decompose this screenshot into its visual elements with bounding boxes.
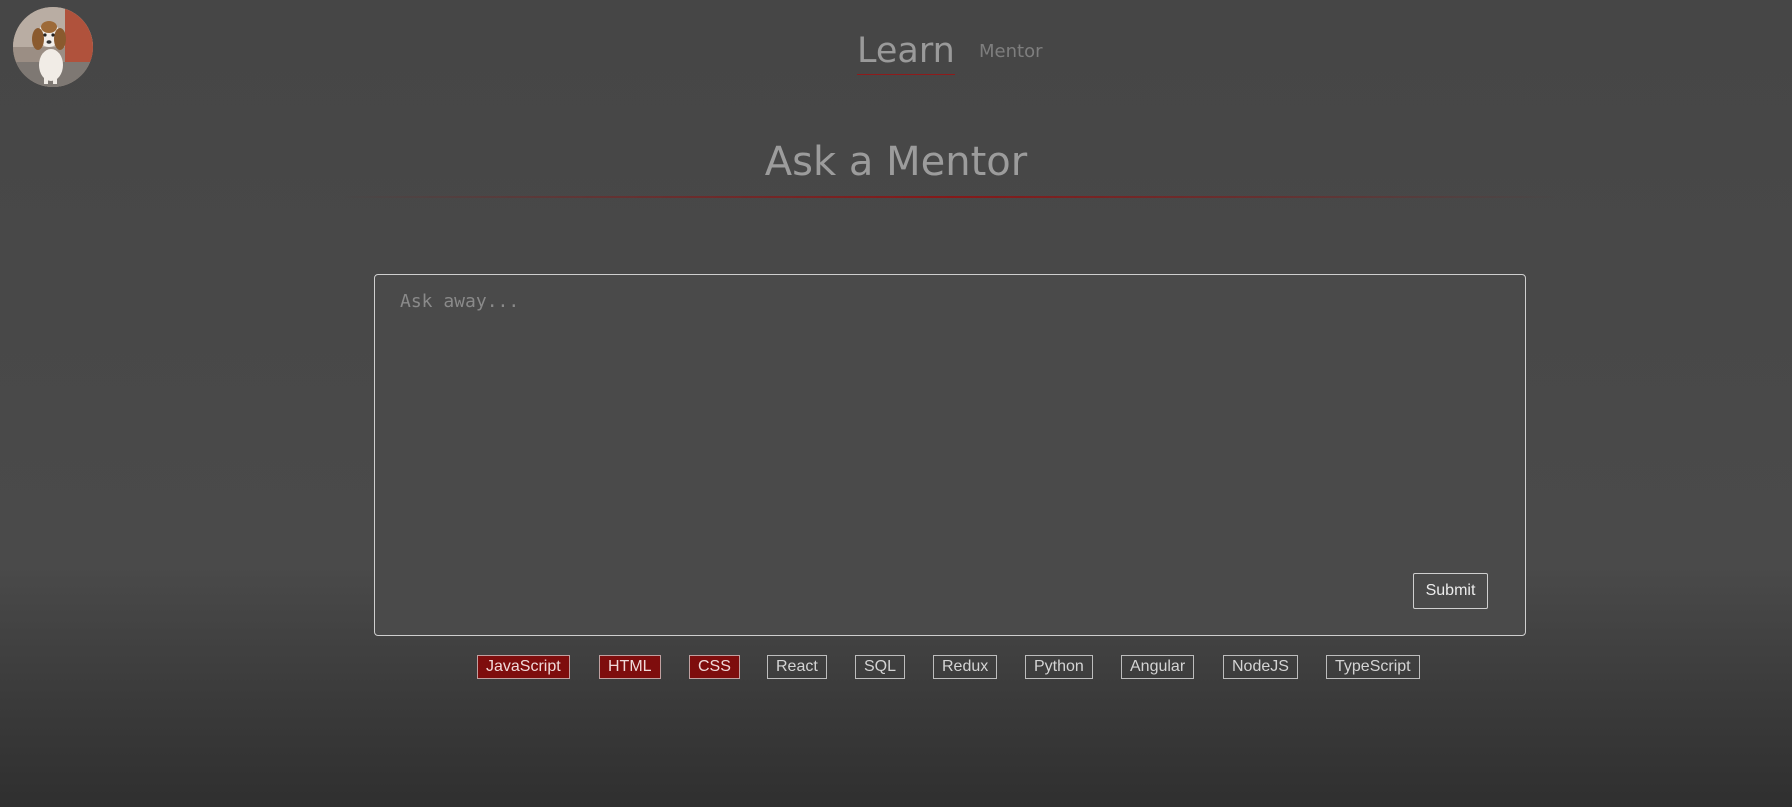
title-divider bbox=[340, 196, 1560, 198]
tag-css[interactable]: CSS bbox=[689, 655, 740, 679]
top-nav: Learn Mentor bbox=[0, 26, 1792, 86]
topic-tags: JavaScript HTML CSS React SQL Redux Pyth… bbox=[0, 655, 1792, 681]
tag-react[interactable]: React bbox=[767, 655, 827, 679]
tag-nodejs[interactable]: NodeJS bbox=[1223, 655, 1298, 679]
tag-redux[interactable]: Redux bbox=[933, 655, 998, 679]
tag-html[interactable]: HTML bbox=[599, 655, 661, 679]
tag-python[interactable]: Python bbox=[1025, 655, 1093, 679]
tag-sql[interactable]: SQL bbox=[855, 655, 906, 679]
nav-tab-mentor[interactable]: Mentor bbox=[979, 41, 1042, 63]
page-title: Ask a Mentor bbox=[764, 139, 1028, 185]
submit-button[interactable]: Submit bbox=[1413, 573, 1488, 609]
nav-tab-learn[interactable]: Learn bbox=[857, 30, 955, 75]
question-form: Submit bbox=[374, 274, 1526, 636]
tag-typescript[interactable]: TypeScript bbox=[1326, 655, 1420, 679]
tag-angular[interactable]: Angular bbox=[1121, 655, 1195, 679]
tag-javascript[interactable]: JavaScript bbox=[477, 655, 570, 679]
question-input[interactable] bbox=[375, 275, 1525, 555]
